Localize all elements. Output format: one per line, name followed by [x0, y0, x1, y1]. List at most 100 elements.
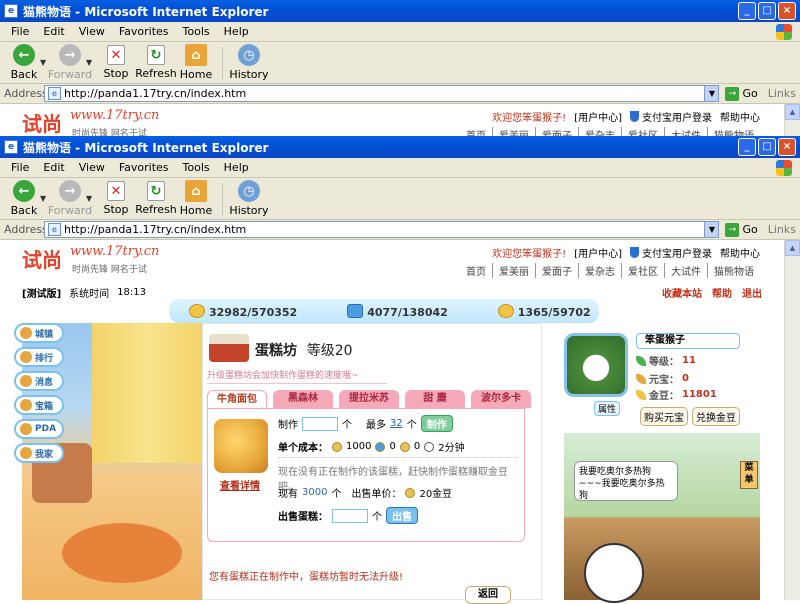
- address-input[interactable]: e http://panda1.17try.cn/index.htm ▼: [44, 221, 720, 238]
- refresh-icon: ↻: [147, 181, 165, 201]
- side-button-home[interactable]: 我家: [14, 443, 64, 463]
- side-button-pda[interactable]: PDA: [14, 419, 64, 439]
- nav-item[interactable]: 爱社区: [621, 263, 664, 278]
- menu-edit[interactable]: Edit: [36, 161, 71, 174]
- sell-quantity-input[interactable]: [332, 508, 368, 523]
- menu-favorites[interactable]: Favorites: [112, 161, 176, 174]
- panda-character[interactable]: [584, 543, 644, 603]
- tab-tiramisu[interactable]: 提拉米苏: [339, 390, 399, 408]
- curtain-image: [92, 323, 202, 463]
- menu-tools[interactable]: Tools: [176, 25, 217, 38]
- back-button-game[interactable]: 返回: [465, 586, 511, 604]
- refresh-button[interactable]: ↻ Refresh: [135, 181, 177, 216]
- stop-button[interactable]: ✕ Stop: [96, 181, 136, 216]
- close-button[interactable]: ×: [778, 2, 796, 20]
- tab-black-forest[interactable]: 黑森林: [273, 390, 333, 408]
- side-button-chest[interactable]: 宝箱: [14, 395, 64, 415]
- close-button[interactable]: ×: [778, 138, 796, 156]
- croissant-image: [214, 419, 268, 473]
- address-dropdown-icon[interactable]: ▼: [704, 86, 719, 101]
- scroll-up-icon[interactable]: ▲: [785, 240, 800, 256]
- help-link[interactable]: 帮助: [712, 285, 732, 300]
- welcome-text: 欢迎您笨蛋猴子!: [492, 113, 567, 124]
- tab-croissant[interactable]: 牛角面包: [207, 390, 267, 408]
- links-toolbar[interactable]: Links: [768, 223, 796, 236]
- back-dropdown-icon[interactable]: ▼: [40, 194, 50, 203]
- home-button[interactable]: ⌂ Home: [176, 44, 216, 81]
- nav-item[interactable]: 爱杂志: [578, 263, 621, 278]
- tab-bordeaux[interactable]: 波尔多卡: [471, 390, 531, 408]
- history-button[interactable]: ◷ History: [229, 180, 269, 217]
- currency-buttons: 购买元宝 兑换金豆: [640, 407, 740, 426]
- vertical-scrollbar-back[interactable]: ▲: [784, 104, 800, 136]
- version-label: [测试版]: [22, 288, 62, 300]
- side-button-town[interactable]: 城镇: [14, 323, 64, 343]
- exchange-gold-button[interactable]: 兑换金豆: [692, 407, 740, 426]
- menu-tools[interactable]: Tools: [176, 161, 217, 174]
- stop-button[interactable]: ✕ Stop: [96, 45, 136, 80]
- gold-icon: [497, 303, 514, 318]
- nav-item[interactable]: 猫熊物语: [707, 263, 760, 278]
- sell-button[interactable]: 出售: [386, 507, 418, 524]
- pay-login-link[interactable]: 支付宝用户登录: [630, 109, 712, 124]
- nav-item[interactable]: 爱面子: [535, 263, 578, 278]
- pay-login-link[interactable]: 支付宝用户登录: [630, 245, 712, 260]
- refresh-button[interactable]: ↻ Refresh: [135, 45, 177, 80]
- tab-dessert[interactable]: 甜 麋: [405, 390, 465, 408]
- vertical-scrollbar[interactable]: ▲: [784, 240, 800, 600]
- view-details-link[interactable]: 查看详情: [220, 477, 260, 492]
- address-input[interactable]: e http://panda1.17try.cn/index.htm ▼: [44, 85, 720, 102]
- back-dropdown-icon[interactable]: ▼: [40, 58, 50, 67]
- resource-2: 4077/138042: [347, 303, 448, 319]
- user-center-link[interactable]: [用户中心]: [574, 245, 622, 260]
- forward-button[interactable]: → Forward: [48, 44, 92, 81]
- attributes-button[interactable]: 属性: [594, 401, 621, 416]
- forward-dropdown-icon[interactable]: ▼: [86, 194, 96, 203]
- nav-item[interactable]: 爱美丽: [492, 263, 535, 278]
- site-logo[interactable]: 试尚: [22, 244, 62, 273]
- nav-item[interactable]: 首页: [460, 263, 492, 278]
- bookmark-link[interactable]: 收藏本站: [662, 285, 702, 300]
- help-center-link[interactable]: 帮助中心: [720, 245, 760, 260]
- nav-item[interactable]: 大试件: [664, 263, 707, 278]
- menu-favorites[interactable]: Favorites: [112, 25, 176, 38]
- menu-sign[interactable]: 菜单: [740, 461, 758, 489]
- user-center-link[interactable]: [用户中心]: [574, 109, 622, 124]
- yuanbao-icon: [636, 373, 646, 384]
- go-button[interactable]: → Go: [725, 86, 758, 101]
- menu-file[interactable]: File: [4, 25, 36, 38]
- go-button[interactable]: → Go: [725, 222, 758, 237]
- history-button[interactable]: ◷ History: [229, 44, 269, 81]
- home-button[interactable]: ⌂ Home: [176, 180, 216, 217]
- links-toolbar[interactable]: Links: [768, 87, 796, 100]
- maximize-button[interactable]: □: [758, 138, 776, 156]
- buy-yuanbao-button[interactable]: 购买元宝: [640, 407, 688, 426]
- title-bar[interactable]: e 猫熊物语 - Microsoft Internet Explorer _ □…: [0, 136, 800, 158]
- make-button[interactable]: 制作: [420, 415, 453, 432]
- maximize-button[interactable]: □: [758, 2, 776, 20]
- scroll-up-icon[interactable]: ▲: [785, 104, 800, 120]
- back-button[interactable]: ← Back: [4, 44, 44, 81]
- menu-help[interactable]: Help: [217, 161, 256, 174]
- address-dropdown-icon[interactable]: ▼: [704, 222, 719, 237]
- minimize-button[interactable]: _: [738, 2, 756, 20]
- title-bar[interactable]: e 猫熊物语 - Microsoft Internet Explorer _ □…: [0, 0, 800, 22]
- logout-link[interactable]: 退出: [742, 285, 762, 300]
- site-logo[interactable]: 试尚: [22, 108, 62, 137]
- resource-1: 32982/570352: [189, 303, 297, 319]
- back-button[interactable]: ← Back: [4, 180, 44, 217]
- minimize-button[interactable]: _: [738, 138, 756, 156]
- forward-button[interactable]: → Forward: [48, 180, 92, 217]
- side-button-message[interactable]: 消息: [14, 371, 64, 391]
- menu-help[interactable]: Help: [217, 25, 256, 38]
- menu-file[interactable]: File: [4, 161, 36, 174]
- forward-dropdown-icon[interactable]: ▼: [86, 58, 96, 67]
- max-value[interactable]: 32: [390, 418, 403, 429]
- make-quantity-input[interactable]: [302, 416, 338, 431]
- menu-edit[interactable]: Edit: [36, 25, 71, 38]
- help-center-link[interactable]: 帮助中心: [720, 109, 760, 124]
- bean-icon: [332, 441, 342, 452]
- menu-view[interactable]: View: [72, 161, 112, 174]
- side-button-rank[interactable]: 排行: [14, 347, 64, 367]
- menu-view[interactable]: View: [72, 25, 112, 38]
